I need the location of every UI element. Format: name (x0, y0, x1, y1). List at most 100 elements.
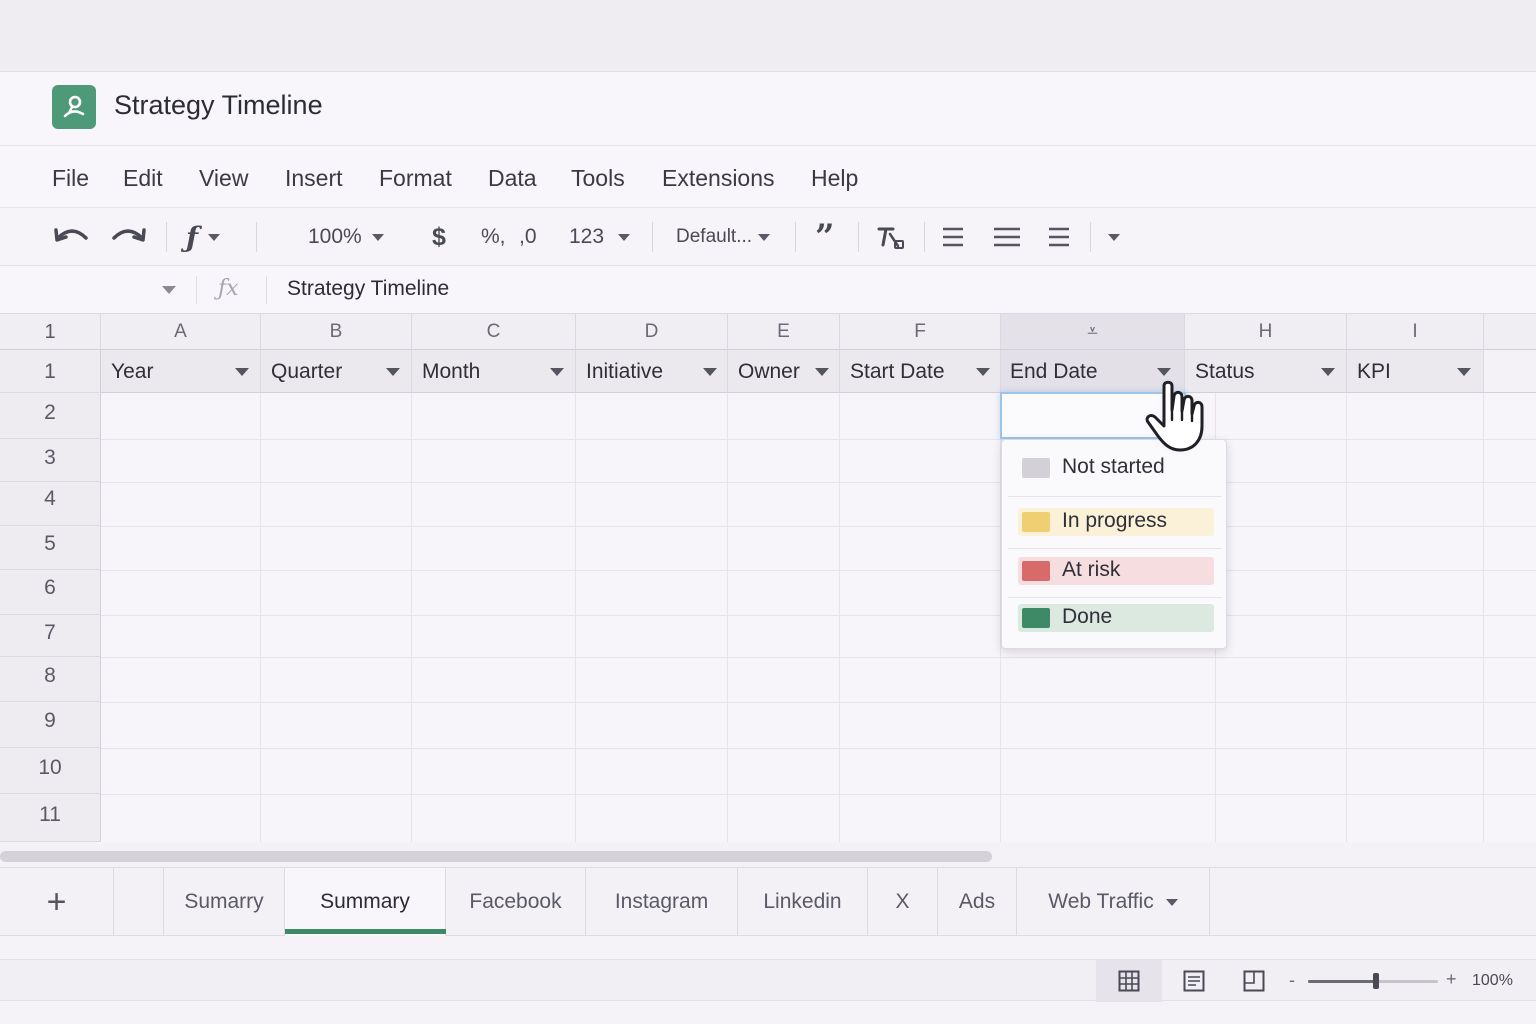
column-header-a[interactable]: A (101, 314, 261, 350)
formula-separator (196, 276, 197, 304)
number-format-select[interactable]: 123 (569, 208, 631, 266)
row-header-8[interactable]: 8 (0, 657, 101, 702)
normal-view-button[interactable] (1096, 960, 1162, 1002)
column-header-d[interactable]: D (576, 314, 728, 350)
redo-button[interactable] (108, 208, 148, 266)
row-header-10[interactable]: 10 (0, 748, 101, 794)
toolbar-separator (652, 222, 653, 252)
page-break-view-button[interactable] (1226, 960, 1282, 1002)
toolbar: ƒ 100% $ %, ,0 123 Default... ” (0, 208, 1536, 266)
row-header-11[interactable]: 11 (0, 794, 101, 842)
tab-linkedin[interactable]: Linkedin (738, 868, 868, 936)
percent-format-button[interactable]: %, (481, 208, 506, 266)
column-header-f[interactable]: F (840, 314, 1001, 350)
filter-dropdown-icon[interactable] (235, 368, 249, 376)
align-center-icon (994, 227, 1020, 247)
filter-dropdown-icon[interactable] (815, 368, 829, 376)
menu-file[interactable]: File (52, 165, 89, 192)
zoom-out-button[interactable]: - (1289, 970, 1295, 991)
row-header-3[interactable]: 3 (0, 439, 101, 482)
filter-dropdown-icon[interactable] (386, 368, 400, 376)
clear-formatting-button[interactable] (876, 208, 906, 266)
filter-dropdown-icon[interactable] (976, 368, 990, 376)
all-sheets-button[interactable] (114, 868, 164, 936)
quote-button[interactable]: ” (815, 208, 835, 266)
function-button[interactable]: ƒ (186, 208, 221, 266)
tab-sumarry[interactable]: Sumarry (164, 868, 285, 936)
filter-dropdown-icon[interactable] (1321, 368, 1335, 376)
header-cell-extra[interactable] (1484, 350, 1536, 393)
menu-extensions[interactable]: Extensions (662, 165, 775, 192)
page-layout-view-button[interactable] (1166, 960, 1222, 1002)
filter-dropdown-icon[interactable] (550, 368, 564, 376)
header-label: Initiative (586, 360, 664, 383)
row-header-9[interactable]: 9 (0, 702, 101, 748)
option-label: At risk (1062, 558, 1121, 581)
more-tools-button[interactable] (1098, 208, 1120, 266)
column-header-i[interactable]: I (1347, 314, 1484, 350)
zoom-in-button[interactable]: + (1446, 969, 1457, 990)
select-all-corner[interactable]: 1 (0, 314, 101, 350)
menu-data[interactable]: Data (488, 165, 537, 192)
zoom-level-label: 100% (1472, 972, 1513, 989)
chevron-down-icon (371, 233, 384, 241)
header-cell-kpi[interactable]: KPI (1347, 350, 1484, 393)
tab-instagram[interactable]: Instagram (586, 868, 738, 936)
cell-area[interactable] (101, 393, 1536, 842)
filter-dropdown-icon[interactable] (1457, 368, 1471, 376)
sheets-logo-icon[interactable] (52, 85, 96, 129)
header-label: Start Date (850, 360, 945, 383)
column-header-g[interactable]: ⩡ (1001, 314, 1185, 350)
tab-facebook[interactable]: Facebook (446, 868, 586, 936)
column-header-extra[interactable] (1484, 314, 1536, 350)
row-header-6[interactable]: 6 (0, 570, 101, 615)
toolbar-separator (256, 222, 257, 252)
dropdown-option-in-progress[interactable]: In progress (1008, 504, 1214, 542)
filter-dropdown-icon[interactable] (1157, 368, 1171, 376)
filter-dropdown-icon[interactable] (703, 368, 717, 376)
menu-format[interactable]: Format (379, 165, 452, 192)
zoom-select[interactable]: 100% (308, 208, 384, 266)
menu-insert[interactable]: Insert (285, 165, 343, 192)
number-format-label: 123 (569, 225, 605, 248)
tab-summary[interactable]: Summary (285, 868, 446, 936)
header-cell-start-date[interactable]: Start Date (840, 350, 1001, 393)
column-header-h[interactable]: H (1185, 314, 1347, 350)
menu-help[interactable]: Help (811, 165, 858, 192)
tab-ads[interactable]: Ads (938, 868, 1017, 936)
column-header-c[interactable]: C (412, 314, 576, 350)
row-header-4[interactable]: 4 (0, 482, 101, 526)
row-header-2[interactable]: 2 (0, 393, 101, 439)
align-center-button[interactable] (991, 208, 1023, 266)
header-cell-owner[interactable]: Owner (728, 350, 840, 393)
decimal-format-button[interactable]: ,0 (519, 208, 537, 266)
font-select[interactable]: Default... (676, 208, 771, 266)
horizontal-scrollbar-thumb[interactable] (0, 851, 992, 862)
header-cell-initiative[interactable]: Initiative (576, 350, 728, 393)
toolbar-separator (1090, 222, 1091, 252)
align-left-button[interactable] (940, 208, 966, 266)
menu-tools[interactable]: Tools (571, 165, 625, 192)
menu-view[interactable]: View (199, 165, 248, 192)
name-box-dropdown[interactable] (162, 286, 176, 294)
row-header-5[interactable]: 5 (0, 526, 101, 570)
dropdown-option-at-risk[interactable]: At risk (1008, 553, 1214, 591)
row-header-7[interactable]: 7 (0, 615, 101, 657)
column-header-b[interactable]: B (261, 314, 412, 350)
header-cell-month[interactable]: Month (412, 350, 576, 393)
undo-button[interactable] (52, 208, 92, 266)
menu-edit[interactable]: Edit (123, 165, 163, 192)
dropdown-option-done[interactable]: Done (1008, 600, 1214, 638)
header-cell-quarter[interactable]: Quarter (261, 350, 412, 393)
document-title[interactable]: Strategy Timeline (114, 90, 323, 121)
currency-format-button[interactable]: $ (432, 208, 446, 266)
align-justify-button[interactable] (1046, 208, 1072, 266)
add-sheet-button[interactable]: + (0, 868, 114, 936)
tab-web-traffic[interactable]: Web Traffic (1017, 868, 1210, 936)
formula-input[interactable]: Strategy Timeline (287, 277, 449, 301)
header-cell-year[interactable]: Year (101, 350, 261, 393)
column-header-e[interactable]: E (728, 314, 840, 350)
zoom-slider-handle[interactable] (1373, 973, 1379, 989)
tab-x[interactable]: X (868, 868, 938, 936)
row-header-1[interactable]: 1 (0, 350, 101, 393)
